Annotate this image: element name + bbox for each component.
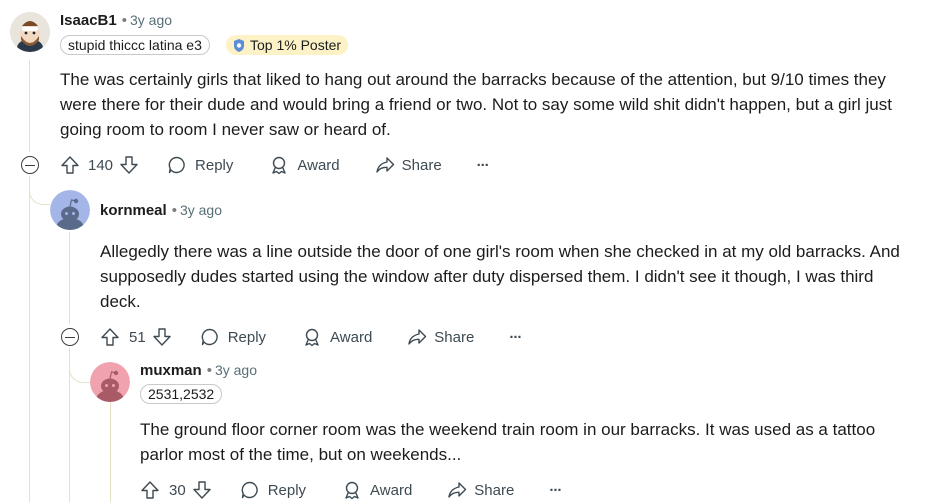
username[interactable]: muxman (140, 362, 202, 379)
award-icon (345, 481, 359, 500)
upvote-button[interactable] (140, 480, 160, 500)
comment-actions: 51 Reply Award Share ··· (100, 323, 522, 351)
downvote-icon (120, 156, 138, 174)
collapse-button[interactable] (61, 328, 79, 346)
share-icon (375, 157, 394, 173)
downvote-button[interactable] (192, 480, 212, 500)
more-options-button[interactable]: ··· (477, 157, 490, 174)
share-icon (408, 329, 427, 345)
thread-line-root-children[interactable] (29, 176, 30, 502)
award-label: Award (297, 156, 340, 174)
thread-line-kornmeal[interactable] (69, 232, 70, 324)
upvote-icon (141, 481, 159, 499)
upvote-button[interactable] (100, 327, 120, 347)
vote-count: 51 (129, 328, 146, 346)
username[interactable]: kornmeal (100, 202, 167, 219)
user-flair-text: stupid thiccc latina e3 (68, 37, 202, 53)
more-options-button[interactable]: ··· (549, 482, 562, 499)
award-button[interactable]: Award (302, 327, 372, 347)
award-icon (272, 156, 287, 175)
reply-icon (201, 328, 218, 346)
comment-meta: muxman • 3y ago (140, 360, 257, 381)
reply-label: Reply (227, 328, 267, 346)
separator-dot: • (171, 202, 177, 219)
reply-button[interactable]: Reply (240, 480, 306, 500)
username[interactable]: IsaacB1 (60, 12, 117, 29)
upvote-button[interactable] (60, 155, 80, 175)
user-flair: 2531,2532 (140, 384, 223, 404)
downvote-icon (152, 328, 171, 346)
badge-icon (232, 38, 246, 58)
comment-meta: kornmeal • 3y ago (100, 200, 222, 221)
separator-dot: • (206, 362, 212, 379)
reply-label: Reply (195, 156, 234, 174)
timestamp[interactable]: 3y ago (215, 362, 257, 378)
award-button[interactable]: Award (269, 155, 340, 175)
reply-button[interactable]: Reply (167, 155, 233, 175)
timestamp[interactable]: 3y ago (180, 202, 222, 218)
thread-line-root[interactable] (29, 60, 30, 152)
top-poster-badge: Top 1% Poster (226, 35, 349, 58)
downvote-icon (192, 481, 211, 499)
share-label: Share (401, 156, 442, 174)
more-options-button[interactable]: ··· (509, 329, 522, 346)
separator-dot: • (121, 12, 127, 29)
upvote-icon (101, 328, 119, 346)
avatar[interactable] (90, 362, 130, 402)
share-label: Share (434, 328, 475, 346)
avatar[interactable] (10, 12, 50, 52)
user-flair: stupid thiccc latina e3 (60, 35, 210, 55)
comment-actions: 140 Reply Award Share ··· (60, 151, 490, 179)
comment-actions: 30 Reply Award Share ··· (140, 476, 562, 504)
thread-line-muxman[interactable] (110, 402, 111, 502)
thread-connector (69, 348, 90, 383)
award-icon (305, 328, 319, 347)
comment-meta: IsaacB1 • 3y ago (60, 10, 172, 31)
award-button[interactable]: Award (342, 480, 412, 500)
comment-body: Allegedly there was a line outside the d… (100, 242, 900, 311)
reply-icon (168, 156, 185, 174)
thread-connector (29, 176, 50, 205)
share-icon (448, 482, 467, 498)
timestamp[interactable]: 3y ago (130, 12, 172, 28)
upvote-icon (61, 156, 79, 174)
downvote-button[interactable] (152, 327, 172, 347)
reply-label: Reply (267, 481, 307, 499)
award-label: Award (370, 481, 413, 499)
badge-label: Top 1% Poster (250, 37, 342, 53)
award-label: Award (330, 328, 373, 346)
share-button[interactable]: Share (407, 327, 474, 347)
share-button[interactable]: Share (375, 155, 442, 175)
vote-count: 30 (169, 481, 186, 499)
vote-count: 140 (88, 156, 114, 174)
comment-body: The was certainly girls that liked to ha… (60, 70, 892, 139)
share-button[interactable]: Share (447, 480, 514, 500)
collapse-button[interactable] (21, 156, 39, 174)
avatar[interactable] (50, 190, 90, 230)
reply-icon (241, 481, 258, 499)
comment-body: The ground floor corner room was the wee… (140, 420, 876, 464)
reply-button[interactable]: Reply (200, 327, 266, 347)
share-label: Share (474, 481, 515, 499)
user-flair-text: 2531,2532 (148, 386, 215, 402)
downvote-button[interactable] (119, 155, 139, 175)
